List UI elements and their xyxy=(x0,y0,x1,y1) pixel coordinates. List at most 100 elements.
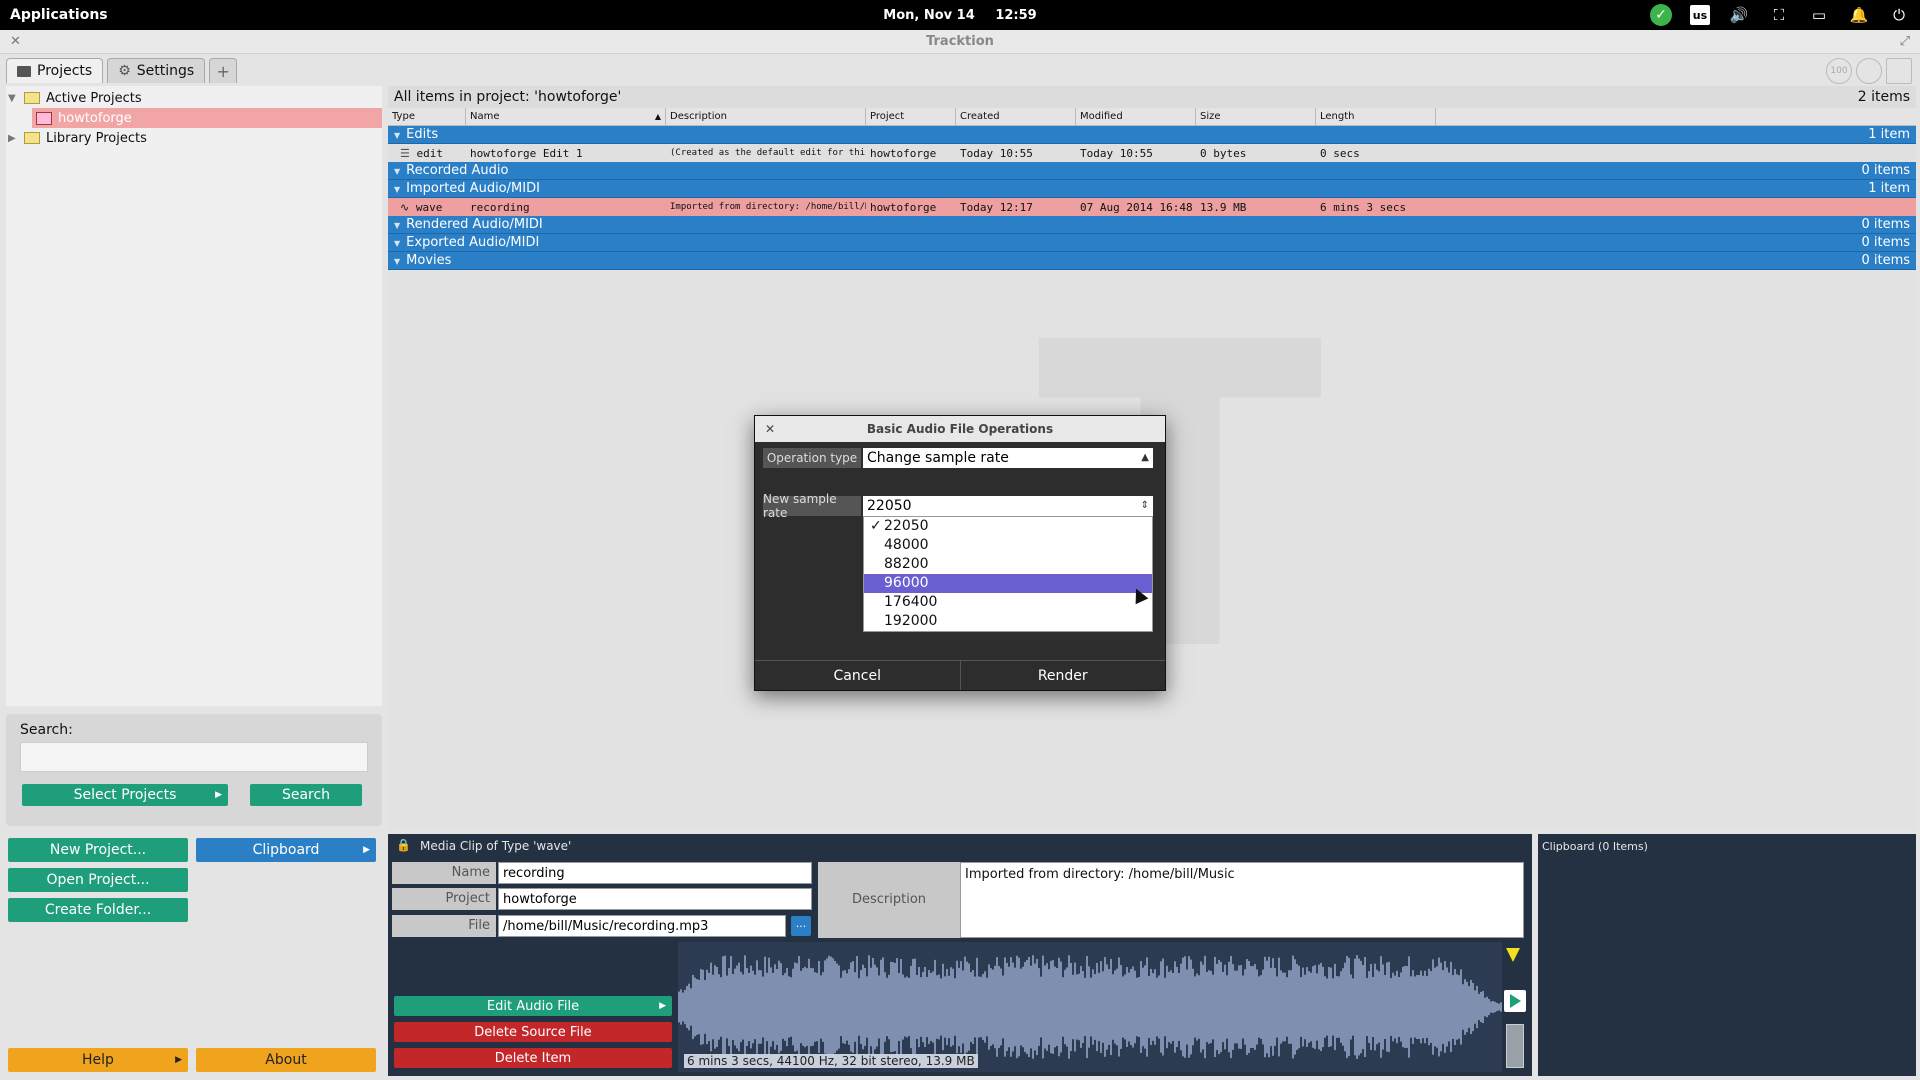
clipboard-button[interactable]: Clipboard ▶ xyxy=(196,838,376,862)
about-button[interactable]: About xyxy=(196,1048,376,1072)
column-header-description[interactable]: Description xyxy=(666,108,866,125)
cell-project: howtoforge xyxy=(870,146,937,160)
column-header-type[interactable]: Type xyxy=(388,108,466,125)
power-icon[interactable]: ⏻ xyxy=(1888,4,1910,26)
select-projects-button[interactable]: Select Projects ▶ xyxy=(22,784,228,806)
waveform-bar xyxy=(920,977,922,1037)
expand-right-icon[interactable]: ▶ xyxy=(8,133,20,144)
table-row[interactable]: ∿ wave recording Imported from directory… xyxy=(388,198,1916,216)
waveform-bar xyxy=(688,983,690,1031)
delete-item-button[interactable]: Delete Item xyxy=(394,1048,672,1068)
sample-rate-option-highlighted[interactable]: 96000 xyxy=(864,574,1152,593)
clock[interactable]: Mon, Nov 14 12:59 xyxy=(0,8,1920,23)
waveform-bar xyxy=(1402,966,1404,1048)
waveform-bar xyxy=(1272,958,1274,1056)
tab-settings[interactable]: ⚙ Settings xyxy=(107,58,206,83)
waveform-bar xyxy=(1338,976,1340,1038)
group-exported-audio-midi[interactable]: Exported Audio/MIDI 0 items xyxy=(388,234,1916,252)
play-button[interactable] xyxy=(1504,990,1526,1012)
delete-source-file-button[interactable]: Delete Source File xyxy=(394,1022,672,1042)
sample-rate-option[interactable]: 48000 xyxy=(864,536,1152,555)
dial-icon[interactable] xyxy=(1856,58,1882,84)
sample-rate-option[interactable]: 88200 xyxy=(864,555,1152,574)
waveform-bar xyxy=(1012,962,1014,1052)
marker-down-icon[interactable] xyxy=(1506,948,1520,962)
tab-projects[interactable]: Projects xyxy=(6,58,104,83)
waveform-bar xyxy=(1050,960,1052,1054)
render-button[interactable]: Render xyxy=(961,661,1166,690)
dialog-close-icon[interactable]: ✕ xyxy=(765,416,775,442)
tree-item-active-projects[interactable]: ▼ Active Projects xyxy=(6,88,382,108)
sample-rate-select[interactable]: 22050 ⇕ xyxy=(863,496,1153,516)
cpu-meter-icon[interactable]: 100 xyxy=(1826,58,1852,84)
group-rendered-audio-midi[interactable]: Rendered Audio/MIDI 0 items xyxy=(388,216,1916,234)
waveform-bar xyxy=(704,980,706,1034)
cancel-button[interactable]: Cancel xyxy=(755,661,961,690)
tree-item-howtoforge[interactable]: howtoforge xyxy=(32,108,382,128)
waveform-bar xyxy=(1214,956,1216,1058)
column-header-name[interactable]: Name ▲ xyxy=(466,108,666,125)
column-header-modified[interactable]: Modified xyxy=(1076,108,1196,125)
table-row[interactable]: ☰ edit howtoforge Edit 1 (Created as the… xyxy=(388,144,1916,162)
waveform-bar xyxy=(1234,970,1236,1044)
resize-icon[interactable] xyxy=(1886,58,1912,84)
waveform-bar xyxy=(1112,974,1114,1040)
tree-item-library-projects[interactable]: ▶ Library Projects xyxy=(6,128,382,148)
add-tab-button[interactable]: + xyxy=(209,58,238,83)
help-button[interactable]: Help ▶ xyxy=(8,1048,188,1072)
waveform-bar xyxy=(1450,961,1452,1053)
edit-audio-file-button[interactable]: Edit Audio File ▶ xyxy=(394,996,672,1016)
waveform-bar xyxy=(1432,959,1434,1055)
open-project-button[interactable]: Open Project... xyxy=(8,868,188,892)
keyboard-layout-indicator[interactable]: us xyxy=(1690,5,1710,25)
waveform-bar xyxy=(1088,966,1090,1048)
battery-icon[interactable]: ▭ xyxy=(1808,4,1830,26)
volume-icon[interactable]: 🔊 xyxy=(1728,4,1750,26)
clip-project-field[interactable]: howtoforge xyxy=(498,888,812,910)
waveform-bar xyxy=(802,968,804,1046)
waveform-bar xyxy=(1058,957,1060,1057)
lock-icon[interactable]: 🔒 xyxy=(396,838,411,852)
window-close-icon[interactable]: ✕ xyxy=(10,30,21,54)
search-button[interactable]: Search xyxy=(250,784,362,806)
waveform-bar xyxy=(1374,963,1376,1051)
operation-type-select[interactable]: Change sample rate ▲ xyxy=(863,448,1153,468)
sample-rate-option[interactable]: 192000 xyxy=(864,612,1152,631)
waveform-bar xyxy=(816,972,818,1042)
update-check-icon[interactable]: ✓ xyxy=(1650,4,1672,26)
waveform-bar xyxy=(1040,976,1042,1038)
clip-name-field[interactable]: recording xyxy=(498,862,812,884)
clip-file-field[interactable]: /home/bill/Music/recording.mp3 xyxy=(498,915,786,937)
group-edits[interactable]: Edits 1 item xyxy=(388,126,1916,144)
waveform-bar xyxy=(1178,973,1180,1041)
window-maximize-icon[interactable]: ⤢ xyxy=(1900,30,1910,54)
search-input[interactable] xyxy=(20,742,368,772)
folder-icon xyxy=(24,132,40,144)
dialog-footer: Cancel Render xyxy=(755,660,1165,690)
sample-rate-option[interactable]: ✓ 22050 xyxy=(864,517,1152,536)
waveform-bar xyxy=(1246,959,1248,1055)
new-project-button[interactable]: New Project... xyxy=(8,838,188,862)
browse-file-button[interactable]: ... xyxy=(791,916,811,936)
column-header-size[interactable]: Size xyxy=(1196,108,1316,125)
waveform-bar xyxy=(1494,1001,1496,1013)
column-header-length[interactable]: Length xyxy=(1316,108,1436,125)
notification-bell-icon[interactable]: 🔔 xyxy=(1848,4,1870,26)
waveform-bar xyxy=(1332,978,1334,1036)
sample-rate-option[interactable]: 176400 xyxy=(864,593,1152,612)
network-icon[interactable]: ⛶ xyxy=(1768,4,1790,26)
group-imported-audio-midi[interactable]: Imported Audio/MIDI 1 item xyxy=(388,180,1916,198)
description-field[interactable]: Imported from directory: /home/bill/Musi… xyxy=(960,862,1524,938)
column-header-created[interactable]: Created xyxy=(956,108,1076,125)
waveform-display[interactable]: 6 mins 3 secs, 44100 Hz, 32 bit stereo, … xyxy=(678,942,1502,1072)
waveform-bar xyxy=(1456,974,1458,1040)
waveform-bar xyxy=(982,974,984,1040)
expand-down-icon[interactable]: ▼ xyxy=(8,93,20,104)
waveform-bar xyxy=(1480,991,1482,1023)
column-header-project[interactable]: Project xyxy=(866,108,956,125)
applications-menu[interactable]: Applications xyxy=(0,7,108,23)
waveform-bar xyxy=(834,960,836,1054)
create-folder-button[interactable]: Create Folder... xyxy=(8,898,188,922)
waveform-bar xyxy=(724,955,726,1059)
group-recorded-audio[interactable]: Recorded Audio 0 items xyxy=(388,162,1916,180)
